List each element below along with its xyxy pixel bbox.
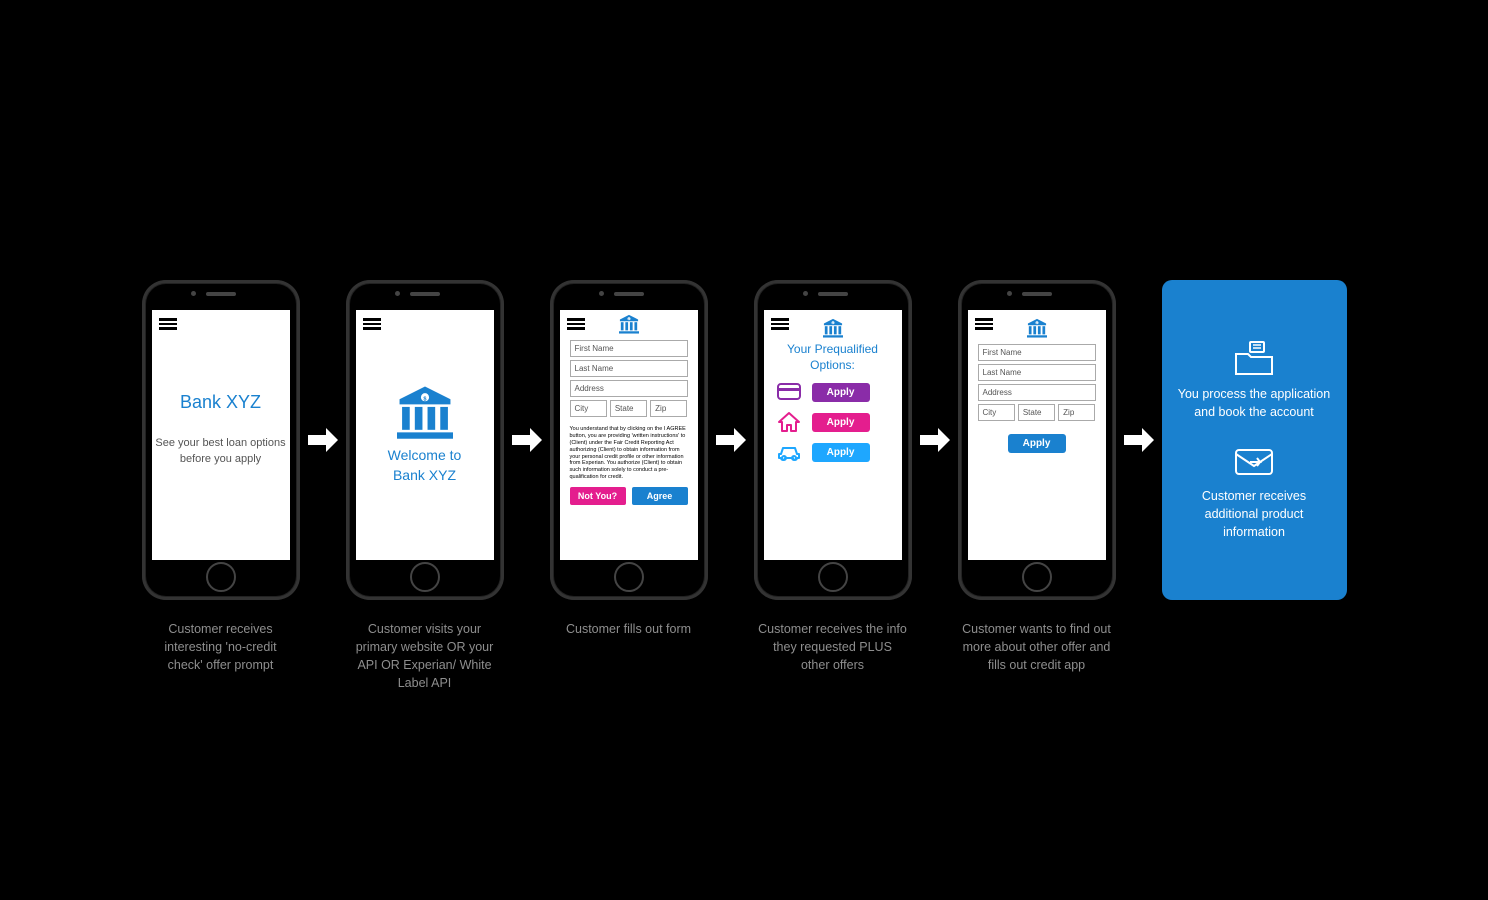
agree-button[interactable]: Agree — [632, 487, 688, 505]
captions-row: Customer receives interesting 'no-credit… — [0, 620, 1488, 693]
screen-step-1: Bank XYZ See your best loan options befo… — [152, 310, 290, 560]
phone-flow-row: Bank XYZ See your best loan options befo… — [0, 280, 1488, 600]
caption-step-2: Customer visits your primary website OR … — [346, 620, 504, 693]
hamburger-icon — [567, 316, 585, 332]
bank-building-icon — [617, 314, 641, 334]
outcome-receive-text: Customer receives additional product inf… — [1176, 487, 1333, 541]
apply-button[interactable]: Apply — [812, 443, 870, 462]
screen-step-2: Welcome toBank XYZ — [356, 310, 494, 560]
prequalified-title: Your Prequalified Options: — [764, 342, 902, 373]
hamburger-icon — [159, 316, 177, 332]
caption-step-5: Customer wants to find out more about ot… — [958, 620, 1116, 693]
address-field[interactable]: Address — [570, 380, 688, 397]
credit-card-icon — [776, 381, 802, 403]
phone-step-3: First Name Last Name Address City State … — [550, 280, 708, 600]
city-field[interactable]: City — [978, 404, 1015, 421]
hamburger-icon — [975, 316, 993, 332]
car-icon — [776, 441, 802, 463]
phone-step-4: Your Prequalified Options: Apply Apply A… — [754, 280, 912, 600]
apply-button[interactable]: Apply — [812, 413, 870, 432]
hamburger-icon — [771, 316, 789, 332]
zip-field[interactable]: Zip — [1058, 404, 1095, 421]
phone-step-1: Bank XYZ See your best loan options befo… — [142, 280, 300, 600]
final-outcome-card: You process the application and book the… — [1162, 280, 1347, 600]
house-icon — [776, 411, 802, 433]
arrow-icon — [920, 425, 950, 455]
screen-step-5: First Name Last Name Address City State … — [968, 310, 1106, 560]
city-field[interactable]: City — [570, 400, 607, 417]
screen-step-3: First Name Last Name Address City State … — [560, 310, 698, 560]
phone-step-2: Welcome toBank XYZ — [346, 280, 504, 600]
folder-document-icon — [1232, 339, 1276, 379]
bank-building-icon — [390, 384, 460, 440]
fine-print: You understand that by clicking on the I… — [570, 426, 688, 481]
not-you-button[interactable]: Not You? — [570, 487, 626, 505]
zip-field[interactable]: Zip — [650, 400, 687, 417]
state-field[interactable]: State — [610, 400, 647, 417]
last-name-field[interactable]: Last Name — [978, 364, 1096, 381]
offer-auto: Apply — [776, 441, 890, 463]
apply-button[interactable]: Apply — [812, 383, 870, 402]
mail-send-icon — [1232, 441, 1276, 481]
state-field[interactable]: State — [1018, 404, 1055, 421]
diagram-stage: Bank XYZ See your best loan options befo… — [0, 0, 1488, 900]
address-field[interactable]: Address — [978, 384, 1096, 401]
offer-home: Apply — [776, 411, 890, 433]
bank-building-icon — [821, 318, 845, 338]
caption-step-1: Customer receives interesting 'no-credit… — [142, 620, 300, 693]
first-name-field[interactable]: First Name — [570, 340, 688, 357]
arrow-icon — [512, 425, 542, 455]
hamburger-icon — [363, 316, 381, 332]
arrow-icon — [1124, 425, 1154, 455]
apply-button[interactable]: Apply — [1008, 434, 1066, 453]
offer-card: Apply — [776, 381, 890, 403]
offer-subtitle: See your best loan options before you ap… — [152, 436, 290, 467]
caption-step-3: Customer fills out form — [550, 620, 708, 693]
phone-step-5: First Name Last Name Address City State … — [958, 280, 1116, 600]
arrow-icon — [308, 425, 338, 455]
screen-step-4: Your Prequalified Options: Apply Apply A… — [764, 310, 902, 560]
caption-step-4: Customer receives the info they requeste… — [754, 620, 912, 693]
bank-title: Bank XYZ — [180, 392, 261, 413]
outcome-process-text: You process the application and book the… — [1176, 385, 1333, 421]
last-name-field[interactable]: Last Name — [570, 360, 688, 377]
bank-building-icon — [1025, 318, 1049, 338]
first-name-field[interactable]: First Name — [978, 344, 1096, 361]
welcome-text: Welcome toBank XYZ — [388, 446, 462, 485]
arrow-icon — [716, 425, 746, 455]
